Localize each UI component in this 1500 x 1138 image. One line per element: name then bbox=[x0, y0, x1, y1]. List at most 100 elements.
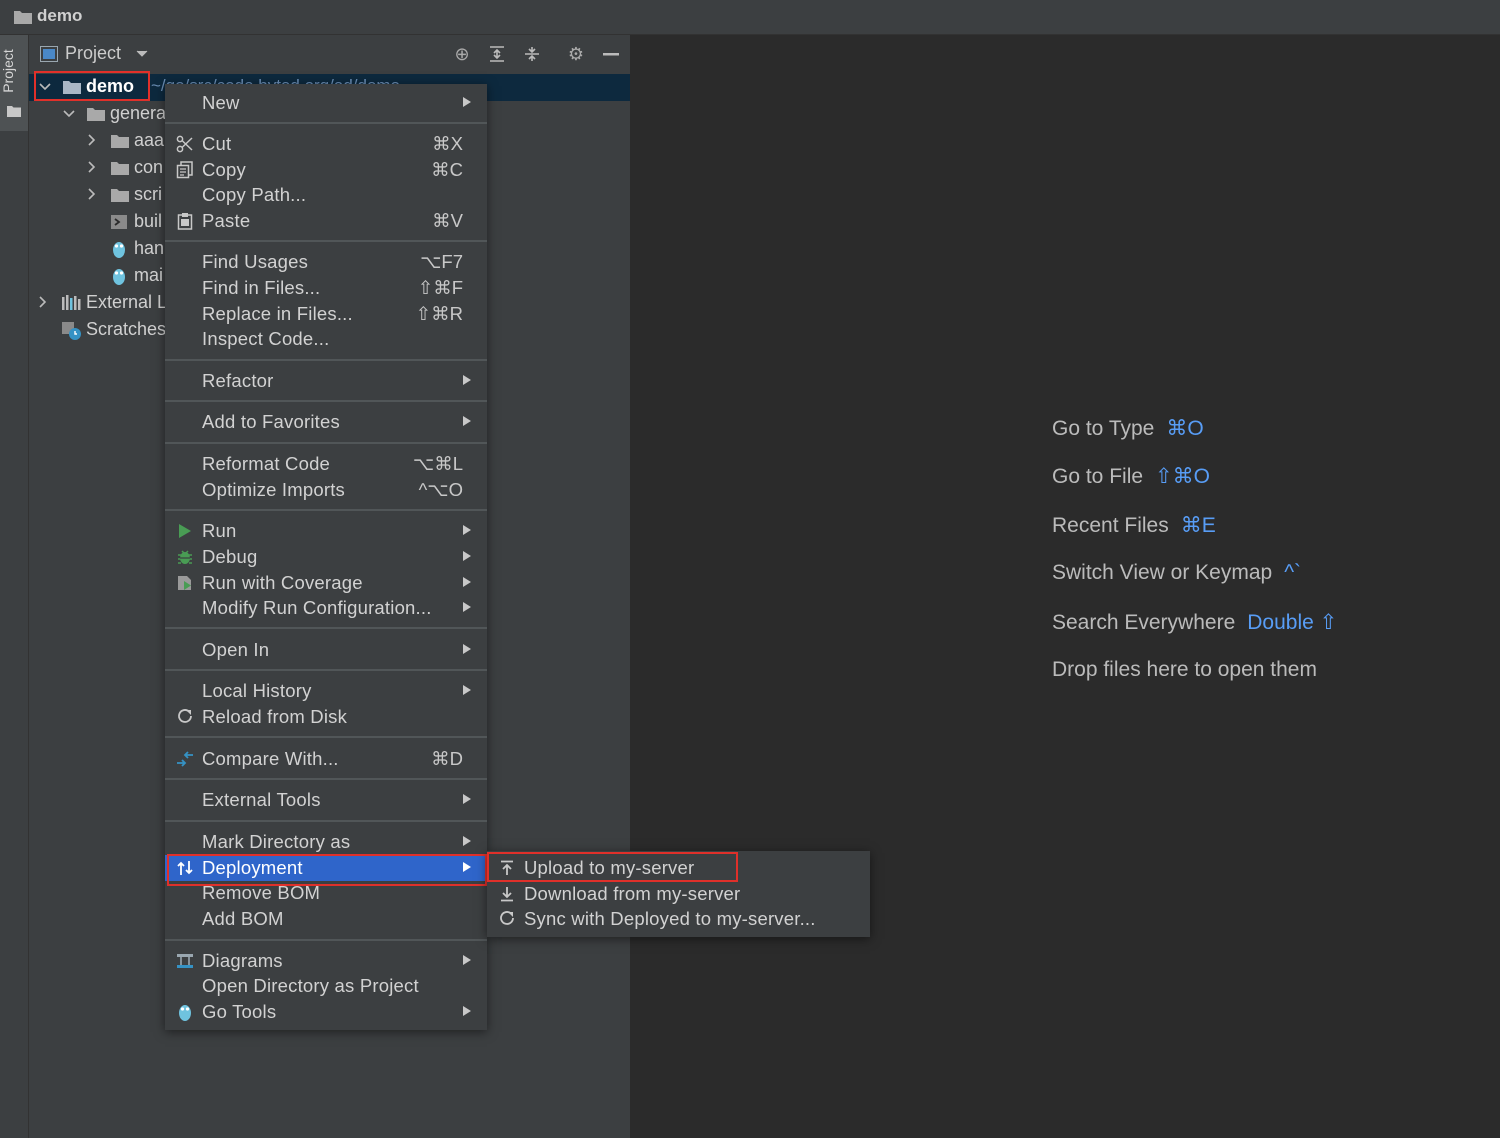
tree-item-label: con bbox=[134, 157, 164, 177]
menu-item-shortcut: ⌥F7 bbox=[420, 251, 463, 272]
hint-go-to-type: Go to Type ⌘O bbox=[1052, 416, 1204, 441]
diagram-icon bbox=[175, 951, 195, 971]
scissors-icon bbox=[175, 134, 195, 154]
chevron-down-icon[interactable] bbox=[136, 50, 148, 58]
menu-item-cut[interactable]: Cut ⌘X bbox=[165, 131, 487, 157]
gear-icon[interactable]: ⚙ bbox=[566, 44, 586, 64]
menu-item-download[interactable]: Download from my-server bbox=[487, 881, 870, 907]
sync-icon bbox=[497, 909, 517, 929]
menu-item-label: Diagrams bbox=[202, 950, 283, 971]
menu-item-refactor[interactable]: Refactor bbox=[165, 368, 487, 394]
menu-item-new[interactable]: New bbox=[165, 90, 487, 116]
hint-label: Search Everywhere bbox=[1052, 611, 1236, 634]
submenu-arrow-icon bbox=[463, 836, 471, 846]
play-icon bbox=[175, 521, 195, 541]
tree-item-folder[interactable]: aaa bbox=[29, 128, 169, 155]
menu-separator bbox=[165, 122, 487, 124]
submenu-arrow-icon bbox=[463, 97, 471, 107]
tree-item-folder[interactable]: scri bbox=[29, 182, 169, 209]
menu-item-label: External Tools bbox=[202, 789, 321, 810]
submenu-arrow-icon bbox=[463, 577, 471, 587]
menu-item-paste[interactable]: Paste ⌘V bbox=[165, 208, 487, 234]
menu-item-add-bom[interactable]: Add BOM bbox=[165, 906, 487, 932]
menu-item-copy-path[interactable]: Copy Path... bbox=[165, 182, 487, 208]
menu-item-replace-in-files[interactable]: Replace in Files... ⇧⌘R bbox=[165, 301, 487, 327]
menu-item-label: Replace in Files... bbox=[202, 303, 353, 324]
gopher-icon bbox=[175, 1002, 195, 1022]
locate-icon[interactable]: ⊕ bbox=[452, 44, 472, 64]
menu-item-open-in[interactable]: Open In bbox=[165, 637, 487, 663]
minimize-icon[interactable] bbox=[601, 44, 621, 64]
window-title: demo bbox=[37, 6, 83, 25]
menu-separator bbox=[165, 778, 487, 780]
menu-item-reformat-code[interactable]: Reformat Code ⌥⌘L bbox=[165, 451, 487, 477]
menu-item-label: Copy bbox=[202, 159, 246, 180]
menu-item-shortcut: ⌘C bbox=[431, 159, 463, 180]
folder-icon bbox=[87, 108, 105, 121]
menu-item-modify-run-configuration[interactable]: Modify Run Configuration... bbox=[165, 595, 487, 621]
tree-item-label: han bbox=[134, 238, 165, 258]
menu-item-label: New bbox=[202, 92, 240, 113]
tree-item-file[interactable]: mai bbox=[29, 263, 169, 290]
menu-item-run-with-coverage[interactable]: Run with Coverage bbox=[165, 570, 487, 596]
tree-item-label: mai bbox=[134, 265, 164, 285]
menu-separator bbox=[165, 669, 487, 671]
menu-item-find-usages[interactable]: Find Usages ⌥F7 bbox=[165, 249, 487, 275]
tree-item-folder[interactable]: con bbox=[29, 155, 169, 182]
menu-item-copy[interactable]: Copy ⌘C bbox=[165, 157, 487, 183]
menu-item-label: Go Tools bbox=[202, 1001, 277, 1022]
menu-item-sync[interactable]: Sync with Deployed to my-server... bbox=[487, 906, 870, 932]
menu-separator bbox=[165, 820, 487, 822]
menu-item-go-tools[interactable]: Go Tools bbox=[165, 999, 487, 1025]
context-menu: New Cut ⌘X Copy ⌘C Copy Path... Paste ⌘V Fi… bbox=[165, 84, 487, 1030]
menu-item-local-history[interactable]: Local History bbox=[165, 678, 487, 704]
menu-item-add-to-favorites[interactable]: Add to Favorites bbox=[165, 409, 487, 435]
folder-icon bbox=[7, 106, 21, 117]
menu-item-label: Reload from Disk bbox=[202, 706, 348, 727]
tree-item-scratches[interactable]: Scratches bbox=[29, 317, 169, 344]
refresh-icon bbox=[175, 707, 195, 727]
project-tool-tab[interactable]: Project bbox=[0, 35, 28, 131]
submenu-arrow-icon bbox=[463, 551, 471, 561]
hint-drop-files: Drop files here to open them bbox=[1052, 658, 1317, 682]
menu-item-label: Add to Favorites bbox=[202, 411, 340, 432]
library-icon bbox=[62, 295, 81, 310]
tree-item-label: buil bbox=[134, 211, 163, 231]
menu-item-open-directory-as-project[interactable]: Open Directory as Project bbox=[165, 973, 487, 999]
chevron-down-icon[interactable] bbox=[63, 110, 75, 118]
collapse-all-icon[interactable] bbox=[522, 44, 542, 64]
project-panel-header: Project ⊕ ⚙ bbox=[29, 35, 630, 72]
menu-item-label: Add BOM bbox=[202, 908, 284, 929]
tree-item-file[interactable]: buil bbox=[29, 209, 169, 236]
menu-item-inspect-code[interactable]: Inspect Code... bbox=[165, 326, 487, 352]
menu-item-optimize-imports[interactable]: Optimize Imports ^⌥O bbox=[165, 477, 487, 503]
download-icon bbox=[497, 884, 517, 904]
menu-item-debug[interactable]: Debug bbox=[165, 544, 487, 570]
expand-all-icon[interactable] bbox=[487, 44, 507, 64]
menu-item-mark-directory-as[interactable]: Mark Directory as bbox=[165, 829, 487, 855]
chevron-right-icon[interactable] bbox=[88, 161, 96, 173]
compare-arrows-icon bbox=[175, 749, 195, 769]
folder-icon bbox=[111, 135, 129, 148]
menu-item-find-in-files[interactable]: Find in Files... ⇧⌘F bbox=[165, 275, 487, 301]
menu-item-shortcut: ^⌥O bbox=[418, 479, 463, 500]
chevron-right-icon[interactable] bbox=[88, 134, 96, 146]
menu-item-compare-with[interactable]: Compare With... ⌘D bbox=[165, 746, 487, 772]
submenu-arrow-icon bbox=[463, 794, 471, 804]
project-view-icon bbox=[40, 46, 58, 62]
submenu-arrow-icon bbox=[463, 955, 471, 965]
menu-item-external-tools[interactable]: External Tools bbox=[165, 787, 487, 813]
menu-item-run[interactable]: Run bbox=[165, 518, 487, 544]
tree-item-file[interactable]: han bbox=[29, 236, 169, 263]
menu-separator bbox=[165, 400, 487, 402]
menu-item-label: Modify Run Configuration... bbox=[202, 597, 432, 618]
menu-item-label: Reformat Code bbox=[202, 453, 331, 474]
chevron-right-icon[interactable] bbox=[88, 188, 96, 200]
tree-item-external-libraries[interactable]: External L bbox=[29, 290, 169, 317]
tree-item-folder[interactable]: genera bbox=[29, 101, 179, 128]
project-view-selector[interactable]: Project bbox=[65, 43, 121, 64]
menu-item-label: Find in Files... bbox=[202, 277, 321, 298]
menu-item-reload-from-disk[interactable]: Reload from Disk bbox=[165, 704, 487, 730]
menu-item-diagrams[interactable]: Diagrams bbox=[165, 948, 487, 974]
chevron-right-icon[interactable] bbox=[39, 296, 47, 308]
